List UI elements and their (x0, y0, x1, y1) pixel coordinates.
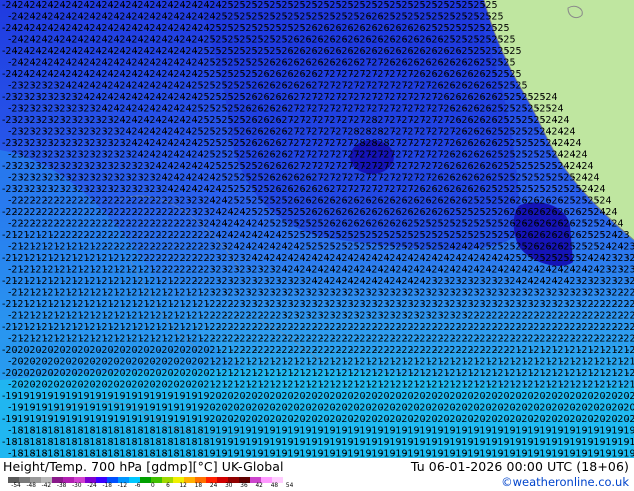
contour-label: -24 (590, 184, 606, 195)
contour-label: -24 (608, 219, 624, 230)
colorbar-label: -12 (117, 483, 128, 489)
contour-label: -24 (584, 173, 600, 184)
colorbar-label: -54 (11, 483, 21, 489)
colorbar-label: -42 (41, 483, 52, 489)
copyright-link[interactable]: ©weatheronline.co.uk (501, 475, 629, 489)
contour-label: -22 (626, 299, 634, 310)
contour-label: -25 (488, 12, 504, 23)
contour-label: -24 (554, 115, 570, 126)
contour-label: -21 (620, 357, 634, 368)
contour-label: -20 (626, 414, 634, 425)
colorbar-label: -6 (134, 483, 141, 489)
contour-label: -25 (494, 23, 510, 34)
weather-map: -24 -24 -24 -24 -24 -24 -24 -24 -24 -24 -24 -24 -24-… (0, 0, 634, 458)
contour-label: -23 (626, 253, 634, 264)
colorbar-label: 42 (255, 483, 263, 489)
contour-label: -24 (602, 207, 618, 218)
contour-label: -20 (626, 391, 634, 402)
map-title: Height/Temp. 700 hPa [gdmp][°C] UK-Globa… (3, 459, 284, 474)
contour-label: -25 (500, 35, 516, 46)
contour-label: -22 (620, 288, 634, 299)
contour-label: -19 (620, 449, 634, 459)
contour-label: -23 (620, 242, 634, 253)
contour-label: -24 (596, 196, 612, 207)
colorbar-label: 54 (285, 483, 294, 489)
contour-label: -23 (614, 230, 630, 241)
contour-label: -19 (620, 426, 634, 437)
contour-label: -24 (542, 92, 558, 103)
contour-label: -22 (626, 276, 634, 287)
caption-bar: Height/Temp. 700 hPa [gdmp][°C] UK-Globa… (0, 458, 634, 490)
colorbar-label: -24 (87, 483, 97, 489)
colorbar-label: 18 (194, 483, 203, 489)
colorbar-label: -38 (56, 483, 67, 489)
colorbar-label: 12 (179, 483, 187, 489)
contour-label: -24 (578, 161, 594, 172)
colorbar-swatch (140, 477, 151, 483)
contour-label: -22 (626, 322, 634, 333)
contour-label: -25 (482, 0, 498, 11)
contour-label: -22 (620, 334, 634, 345)
colorbar-label: 24 (209, 483, 218, 489)
colorbar-label: -48 (26, 483, 36, 489)
contour-label: -24 (566, 138, 582, 149)
contour-label: -24 (548, 104, 564, 115)
contour-label: -23 (620, 265, 634, 276)
colorbar-label: 36 (240, 483, 248, 489)
colorbar-label: -30 (72, 483, 82, 489)
colorbar-label: 6 (166, 483, 170, 489)
colorbar-label: 48 (270, 483, 279, 489)
colorbar-label: 0 (150, 483, 155, 489)
contour-label: -21 (626, 368, 634, 379)
contour-label: -21 (626, 345, 634, 356)
contour-label: -25 (500, 58, 516, 69)
contour-label: -25 (506, 69, 522, 80)
contour-label: -24 (560, 127, 576, 138)
contour-label: -20 (620, 403, 634, 414)
contour-label: -24 (572, 150, 588, 161)
contour-label: -21 (620, 380, 634, 391)
contour-label: -25 (512, 81, 528, 92)
contour-label: -19 (626, 437, 634, 448)
contour-label: -22 (620, 311, 634, 322)
contour-label: -25 (506, 46, 522, 57)
colorbar-label: 30 (225, 483, 233, 489)
colorbar-label: -18 (102, 483, 112, 489)
valid-time: Tu 06-01-2026 00:00 UTC (18+06) (410, 459, 629, 474)
